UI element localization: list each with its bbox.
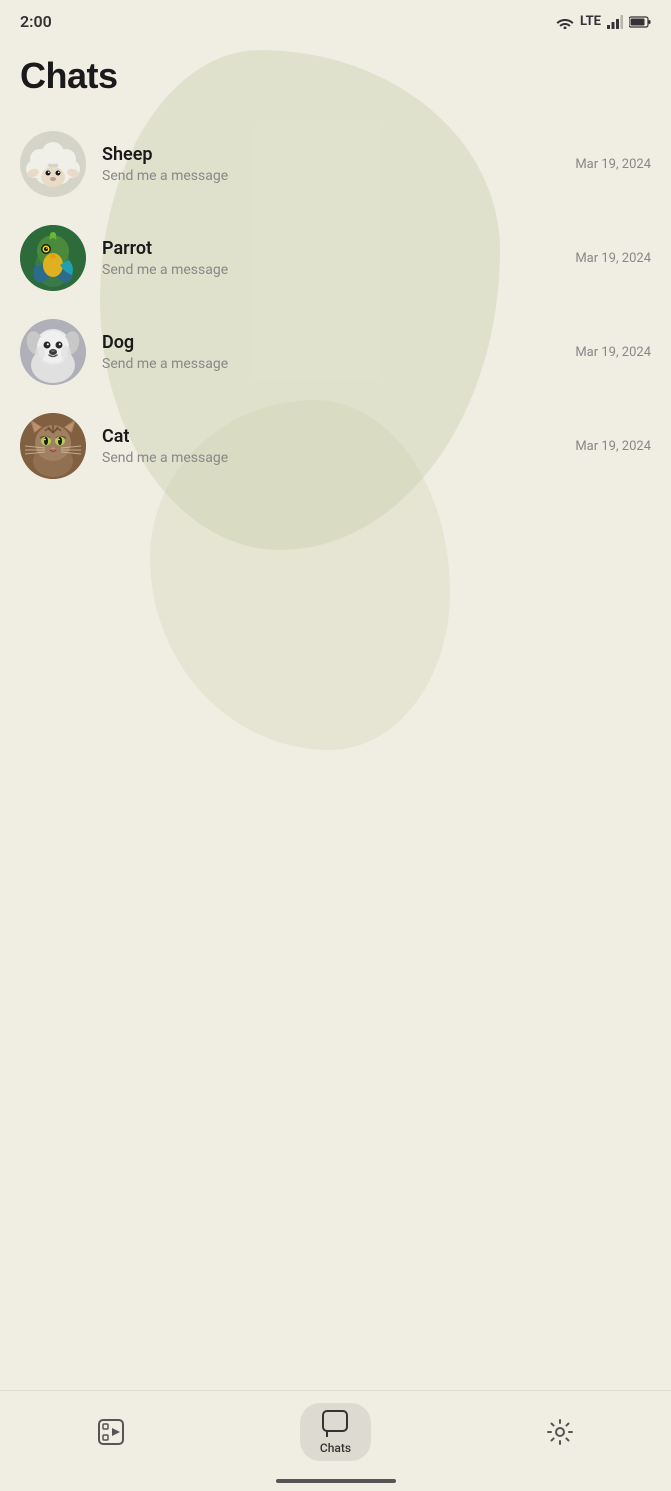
nav-chats-label: Chats xyxy=(320,1441,351,1455)
dog-chat-info: Dog Send me a message xyxy=(102,332,565,372)
page-title: Chats xyxy=(20,55,651,97)
gear-icon xyxy=(546,1418,574,1446)
sheep-avatar-image xyxy=(20,131,86,197)
play-square-icon xyxy=(97,1418,125,1446)
status-time: 2:00 xyxy=(20,12,52,31)
avatar-cat xyxy=(20,413,86,479)
parrot-avatar-image xyxy=(20,225,86,291)
cat-chat-preview: Send me a message xyxy=(102,450,565,466)
status-bar: 2:00 LTE xyxy=(0,0,671,39)
dog-chat-preview: Send me a message xyxy=(102,356,565,372)
home-indicator xyxy=(276,1479,396,1483)
sheep-chat-preview: Send me a message xyxy=(102,168,565,184)
page-header: Chats xyxy=(0,39,671,107)
wifi-icon xyxy=(556,15,574,29)
cat-chat-info: Cat Send me a message xyxy=(102,426,565,466)
battery-icon xyxy=(629,16,651,28)
chat-item-cat[interactable]: Cat Send me a message Mar 19, 2024 xyxy=(0,399,671,493)
signal-icon xyxy=(607,15,623,29)
nav-item-chats[interactable]: Chats xyxy=(300,1403,371,1461)
chat-list: Sheep Send me a message Mar 19, 2024 xyxy=(0,107,671,503)
avatar-dog xyxy=(20,319,86,385)
nav-item-stories[interactable] xyxy=(77,1412,145,1452)
nav-item-settings[interactable] xyxy=(526,1412,594,1452)
bottom-nav: Chats xyxy=(0,1390,671,1491)
parrot-chat-date: Mar 19, 2024 xyxy=(575,251,651,266)
sheep-chat-date: Mar 19, 2024 xyxy=(575,157,651,172)
chat-item-dog[interactable]: Dog Send me a message Mar 19, 2024 xyxy=(0,305,671,399)
lte-icon: LTE xyxy=(580,14,601,29)
avatar-parrot xyxy=(20,225,86,291)
chat-icon xyxy=(321,1409,349,1437)
sheep-chat-name: Sheep xyxy=(102,144,565,165)
cat-chat-date: Mar 19, 2024 xyxy=(575,439,651,454)
status-icons: LTE xyxy=(556,14,651,29)
sheep-chat-info: Sheep Send me a message xyxy=(102,144,565,184)
parrot-chat-info: Parrot Send me a message xyxy=(102,238,565,278)
dog-chat-name: Dog xyxy=(102,332,565,353)
avatar-sheep xyxy=(20,131,86,197)
cat-avatar-image xyxy=(20,413,86,479)
parrot-chat-preview: Send me a message xyxy=(102,262,565,278)
chat-item-parrot[interactable]: Parrot Send me a message Mar 19, 2024 xyxy=(0,211,671,305)
dog-chat-date: Mar 19, 2024 xyxy=(575,345,651,360)
cat-chat-name: Cat xyxy=(102,426,565,447)
chat-item-sheep[interactable]: Sheep Send me a message Mar 19, 2024 xyxy=(0,117,671,211)
parrot-chat-name: Parrot xyxy=(102,238,565,259)
dog-avatar-image xyxy=(20,319,86,385)
